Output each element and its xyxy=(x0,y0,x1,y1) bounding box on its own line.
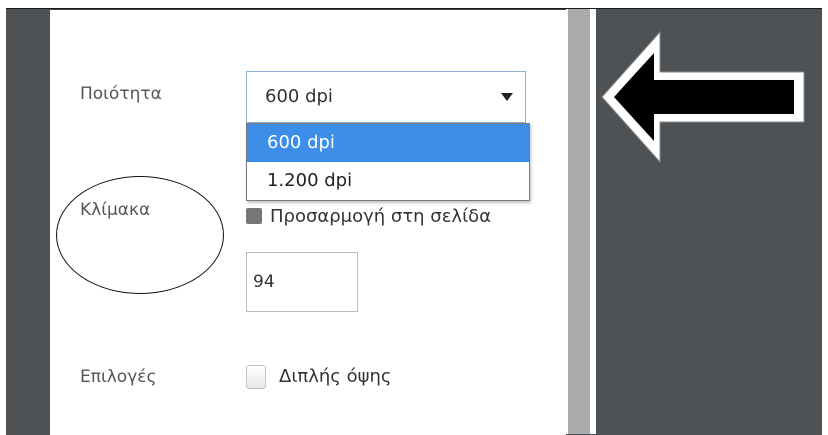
quality-dropdown-list: 600 dpi 1.200 dpi xyxy=(246,123,530,201)
chevron-down-icon xyxy=(501,93,513,101)
scale-label: Κλίμακα xyxy=(80,200,151,220)
left-arrow-icon xyxy=(601,30,805,164)
options-label: Επιλογές xyxy=(80,367,157,387)
quality-label: Ποιότητα xyxy=(80,84,162,104)
two-sided-label: Διπλής όψης xyxy=(279,366,392,387)
quality-option-600[interactable]: 600 dpi xyxy=(247,124,529,162)
fit-to-page-label: Προσαρμογή στη σελίδα xyxy=(270,206,492,227)
two-sided-checkbox[interactable] xyxy=(246,365,266,389)
quality-select[interactable]: 600 dpi xyxy=(246,71,526,123)
fit-to-page-checkbox[interactable] xyxy=(246,208,262,224)
quality-option-1200[interactable]: 1.200 dpi xyxy=(247,162,529,200)
scrollbar-thumb[interactable] xyxy=(568,9,590,434)
scale-input[interactable]: 94 xyxy=(246,252,358,312)
scale-value: 94 xyxy=(253,272,275,292)
quality-selected-value: 600 dpi xyxy=(265,86,333,107)
